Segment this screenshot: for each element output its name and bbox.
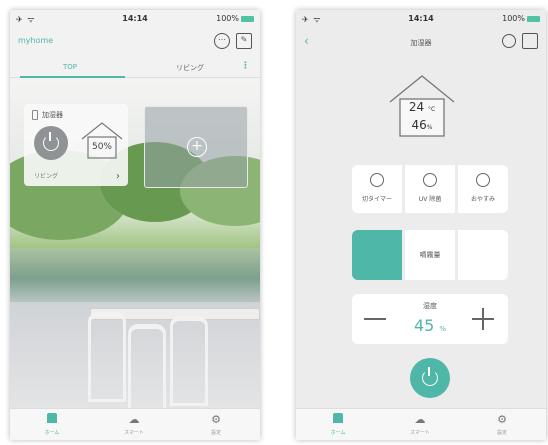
nav-home-label: ホーム <box>44 430 60 436</box>
message-icon[interactable]: ⋯ <box>214 33 230 49</box>
nav-smart[interactable]: ☁ スマート <box>114 413 154 436</box>
gear-icon: ⚙ <box>211 413 221 426</box>
nav-home-label: ホーム <box>330 430 346 436</box>
house-icon <box>81 122 123 159</box>
power-icon <box>43 132 59 151</box>
app-bar: myhome ⋯ ✎ <box>10 28 260 56</box>
home-icon <box>333 413 343 423</box>
room-tabs: TOP リビング ⋮ <box>10 58 260 78</box>
timer-icon[interactable] <box>502 34 516 48</box>
humidity-setting-panel: 湿度 45 % <box>352 294 508 344</box>
home-name[interactable]: myhome <box>18 36 53 45</box>
more-options-icon[interactable]: ⋮ <box>241 61 250 71</box>
gear-icon: ⚙ <box>497 413 507 426</box>
edit-icon[interactable]: ✎ <box>236 33 252 49</box>
nav-settings[interactable]: ⚙ 設定 <box>196 413 236 436</box>
humidifier-icon <box>32 110 38 120</box>
nav-settings-label: 設定 <box>496 430 507 436</box>
humidity-setting-unit: % <box>439 325 447 333</box>
house-humidity-display: 50% <box>80 120 124 160</box>
device-name: 加湿器 <box>42 111 63 119</box>
nav-settings-label: 設定 <box>210 430 221 436</box>
battery-status: 100% <box>216 14 254 23</box>
battery-icon <box>527 15 540 22</box>
battery-status: 100% <box>502 14 540 23</box>
plus-button[interactable] <box>472 308 494 330</box>
battery-label: 100% <box>216 14 239 23</box>
power-button[interactable] <box>34 126 68 160</box>
status-bar: ✈ ᯤ 14:14 100% <box>296 10 546 28</box>
bottom-nav: ホーム ☁ スマート ⚙ 設定 <box>296 408 546 440</box>
uv-sterilize-button[interactable]: UV 除菌 <box>405 165 455 213</box>
cloud-icon: ☁ <box>414 413 426 426</box>
device-room: リビング <box>34 173 59 180</box>
humidity-setting-value: 45 <box>413 316 435 335</box>
clock-icon <box>370 173 384 187</box>
house-climate-display: 24 °C 46% <box>386 72 458 138</box>
cloud-icon: ☁ <box>128 413 140 426</box>
tab-top[interactable]: TOP <box>15 63 125 71</box>
nav-smart[interactable]: ☁ スマート <box>400 413 440 436</box>
humidity-unit: % <box>426 124 433 131</box>
app-bar: ‹ 加湿器 <box>296 28 546 56</box>
off-timer-label: 切タイマー <box>361 196 392 203</box>
battery-label: 100% <box>502 14 525 23</box>
bottom-nav: ホーム ☁ スマート ⚙ 設定 <box>10 408 260 440</box>
off-timer-button[interactable]: 切タイマー <box>352 165 402 213</box>
home-screen: ✈ ᯤ 14:14 100% myhome ⋯ ✎ TOP リビング ⋮ 加湿器 <box>10 10 260 440</box>
nav-smart-label: スマート <box>124 430 144 436</box>
add-icon[interactable]: + <box>187 137 207 157</box>
humidity-readout: 46% <box>386 118 458 132</box>
chevron-right-icon[interactable]: › <box>116 171 120 182</box>
sleep-mode-button[interactable]: おやすみ <box>458 165 508 213</box>
temperature-unit: °C <box>427 106 436 113</box>
edit-icon[interactable] <box>522 33 538 49</box>
chair <box>170 316 208 406</box>
battery-icon <box>241 15 254 22</box>
device-card-humidifier[interactable]: 加湿器 50% リビング › <box>24 104 128 186</box>
moon-icon <box>476 173 490 187</box>
add-device-card[interactable]: + <box>144 106 248 188</box>
home-icon <box>47 413 57 423</box>
active-tab-indicator <box>20 76 125 78</box>
nav-home[interactable]: ホーム <box>318 413 358 436</box>
power-button[interactable] <box>410 358 450 398</box>
humidity-value: 50% <box>91 142 112 152</box>
power-icon <box>422 367 438 386</box>
nav-smart-label: スマート <box>410 430 430 436</box>
nav-settings[interactable]: ⚙ 設定 <box>482 413 522 436</box>
lake <box>10 248 260 303</box>
temperature-value: 24 <box>408 100 425 114</box>
nav-home[interactable]: ホーム <box>32 413 72 436</box>
mist-level-low[interactable] <box>352 230 402 280</box>
humidity-value: 46 <box>411 118 427 132</box>
mist-level-control: 噴霧量 <box>352 230 508 280</box>
uv-icon <box>423 173 437 187</box>
tab-living[interactable]: リビング <box>135 63 245 73</box>
mist-level-high[interactable] <box>458 230 508 280</box>
temperature-readout: 24 °C <box>386 100 458 114</box>
sleep-mode-label: おやすみ <box>470 196 495 203</box>
chair <box>128 324 166 408</box>
mode-buttons: 切タイマー UV 除菌 おやすみ <box>352 165 508 213</box>
uv-sterilize-label: UV 除菌 <box>418 196 442 203</box>
status-bar: ✈ ᯤ 14:14 100% <box>10 10 260 28</box>
chair <box>88 312 126 402</box>
device-control-screen: ✈ ᯤ 14:14 100% ‹ 加湿器 24 °C 46% 切タイマー UV … <box>296 10 546 440</box>
mist-level-label[interactable]: 噴霧量 <box>405 230 455 280</box>
